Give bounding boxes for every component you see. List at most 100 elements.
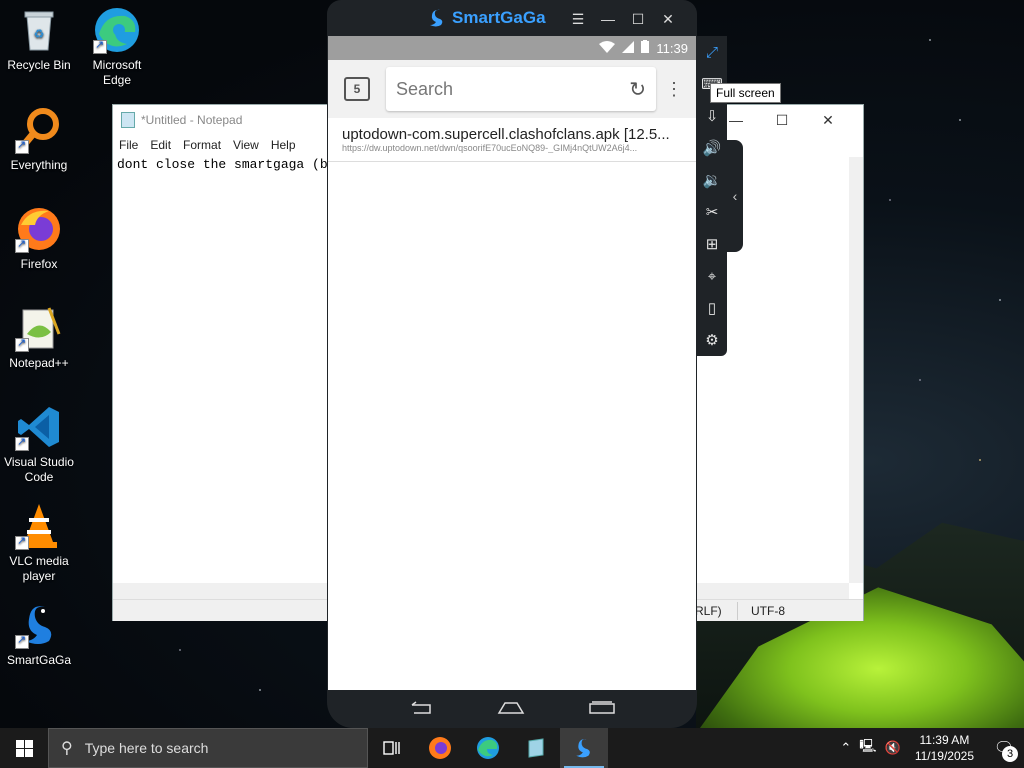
taskbar-notepad-icon[interactable] bbox=[512, 728, 560, 768]
smartgaga-brand: SmartGaGa bbox=[427, 8, 546, 28]
vertical-scrollbar[interactable] bbox=[849, 157, 863, 583]
menu-edit[interactable]: Edit bbox=[150, 138, 171, 152]
notification-count-badge: 3 bbox=[1002, 746, 1018, 762]
desktop-icon-vlc[interactable]: VLC media player bbox=[0, 502, 78, 584]
volume-down-icon[interactable]: 🔉 bbox=[697, 164, 727, 196]
desktop-icon-vscode[interactable]: Visual Studio Code bbox=[0, 403, 78, 485]
taskbar-search-placeholder: Type here to search bbox=[84, 740, 209, 756]
desktop-icon-label: Recycle Bin bbox=[7, 58, 71, 72]
recents-icon[interactable] bbox=[588, 699, 616, 720]
close-icon[interactable]: ✕ bbox=[805, 105, 851, 135]
vscode-icon bbox=[15, 403, 63, 451]
desktop-icon-label: VLC media player bbox=[9, 554, 69, 583]
smartgaga-window[interactable]: SmartGaGa ☰ — ☐ ✕ 11:39 5 Search ↻ ⋮ upt… bbox=[327, 0, 697, 728]
desktop-icon-edge[interactable]: Microsoft Edge bbox=[78, 6, 156, 88]
line-ending-status: RLF) bbox=[695, 604, 722, 618]
svg-text:♻: ♻ bbox=[34, 27, 45, 41]
encoding-status: UTF-8 bbox=[751, 604, 785, 618]
maximize-icon[interactable]: ☐ bbox=[759, 105, 805, 135]
firefox-icon bbox=[15, 205, 63, 253]
download-list-item[interactable]: uptodown-com.supercell.clashofclans.apk … bbox=[328, 118, 696, 162]
search-icon: ⚲ bbox=[61, 740, 73, 757]
home-icon[interactable] bbox=[497, 699, 525, 720]
start-button[interactable] bbox=[0, 728, 48, 768]
browser-search-input[interactable]: Search ↻ bbox=[386, 67, 656, 111]
volume-muted-icon[interactable]: 🔇 bbox=[885, 740, 901, 756]
taskbar-search-box[interactable]: ⚲ Type here to search bbox=[48, 728, 368, 768]
notepad-text-area[interactable]: dont close the smartgaga (b bbox=[113, 155, 328, 174]
android-navbar bbox=[327, 690, 697, 728]
screenshot-scissors-icon[interactable]: ✂ bbox=[697, 196, 727, 228]
show-hidden-icons-chevron-icon[interactable]: ⌃ bbox=[840, 740, 851, 756]
android-screen[interactable]: 11:39 5 Search ↻ ⋮ uptodown-com.supercel… bbox=[328, 36, 696, 690]
back-icon[interactable] bbox=[408, 699, 434, 720]
collapse-toolbar-chevron-icon[interactable]: ‹ bbox=[727, 140, 743, 252]
desktop-icon-recycle-bin[interactable]: ♻ Recycle Bin bbox=[0, 6, 78, 73]
shortcut-arrow-icon bbox=[15, 534, 29, 550]
menu-view[interactable]: View bbox=[233, 138, 259, 152]
download-title: uptodown-com.supercell.clashofclans.apk … bbox=[342, 126, 670, 143]
smartgaga-titlebar[interactable]: SmartGaGa ☰ — ☐ ✕ bbox=[327, 0, 697, 36]
notepad-window-controls: — ☐ ✕ bbox=[713, 105, 851, 135]
clock-time: 11:39 AM bbox=[919, 733, 970, 747]
windows-logo-icon bbox=[15, 739, 33, 757]
shortcut-arrow-icon bbox=[15, 633, 29, 649]
reload-icon[interactable]: ↻ bbox=[629, 77, 646, 102]
settings-gear-icon[interactable]: ⚙ bbox=[697, 324, 727, 356]
smartgaga-window-controls: ☰ — ☐ ✕ bbox=[563, 8, 683, 30]
wifi-icon bbox=[599, 40, 616, 56]
desktop-icon-label: Microsoft Edge bbox=[92, 58, 142, 87]
shortcut-arrow-icon bbox=[93, 38, 107, 54]
hamburger-menu-icon[interactable]: ☰ bbox=[563, 8, 593, 30]
notification-center-icon[interactable]: 🗨 3 bbox=[984, 728, 1024, 768]
notepad-plus-plus-icon bbox=[15, 304, 63, 352]
shortcut-arrow-icon bbox=[15, 237, 29, 253]
taskbar-firefox-icon[interactable] bbox=[416, 728, 464, 768]
shake-icon[interactable]: ▯ bbox=[697, 292, 727, 324]
taskbar: ⚲ Type here to search ⌃ 🖳 🔇 11:39 AM 11/… bbox=[0, 728, 1024, 768]
desktop-icon-everything[interactable]: Everything bbox=[0, 106, 78, 173]
shortcut-arrow-icon bbox=[15, 138, 29, 154]
android-clock: 11:39 bbox=[656, 40, 688, 56]
signal-icon bbox=[622, 40, 635, 56]
multi-instance-icon[interactable]: ⊞ bbox=[697, 228, 727, 260]
install-apk-icon[interactable]: ⇩ bbox=[697, 100, 727, 132]
clock-date: 11/19/2025 bbox=[914, 749, 974, 763]
download-url: https://dw.uptodown.net/dwn/qsoorifE70uc… bbox=[342, 143, 638, 153]
maximize-icon[interactable]: ☐ bbox=[623, 8, 653, 30]
menu-file[interactable]: File bbox=[119, 138, 138, 152]
notepad-app-icon bbox=[121, 112, 135, 128]
desktop-icon-smartgaga[interactable]: SmartGaGa bbox=[0, 601, 78, 668]
taskbar-smartgaga-icon[interactable] bbox=[560, 728, 608, 768]
fullscreen-icon[interactable]: ⤢ bbox=[697, 36, 727, 68]
volume-up-icon[interactable]: 🔊 bbox=[697, 132, 727, 164]
location-icon[interactable]: ⌖ bbox=[697, 260, 727, 292]
system-tray: ⌃ 🖳 🔇 11:39 AM 11/19/2025 🗨 3 bbox=[836, 728, 1024, 768]
taskbar-edge-icon[interactable] bbox=[464, 728, 512, 768]
network-icon[interactable]: 🖳 bbox=[859, 737, 876, 759]
desktop-icon-label: Everything bbox=[10, 158, 68, 172]
task-view-icon[interactable] bbox=[368, 728, 416, 768]
smartgaga-brand-name: SmartGaGa bbox=[452, 8, 546, 27]
desktop-icon-label: Visual Studio Code bbox=[4, 455, 74, 484]
desktop-icon-firefox[interactable]: Firefox bbox=[0, 205, 78, 272]
menu-help[interactable]: Help bbox=[271, 138, 296, 152]
minimize-icon[interactable]: — bbox=[593, 8, 623, 30]
menu-format[interactable]: Format bbox=[183, 138, 221, 152]
more-options-icon[interactable]: ⋮ bbox=[660, 79, 688, 100]
tab-switcher-button[interactable]: 5 bbox=[344, 77, 370, 101]
close-icon[interactable]: ✕ bbox=[653, 8, 683, 30]
status-divider bbox=[737, 602, 738, 620]
browser-toolbar: 5 Search ↻ ⋮ bbox=[328, 60, 696, 118]
everything-search-icon bbox=[15, 106, 63, 154]
battery-icon bbox=[641, 40, 650, 56]
desktop-icon-label: Firefox bbox=[20, 257, 58, 271]
edge-icon bbox=[93, 6, 141, 54]
recycle-bin-icon: ♻ bbox=[15, 6, 63, 54]
shortcut-arrow-icon bbox=[15, 435, 29, 451]
taskbar-clock[interactable]: 11:39 AM 11/19/2025 bbox=[915, 732, 974, 764]
swan-logo-icon bbox=[427, 8, 447, 28]
desktop-icon-notepadpp[interactable]: Notepad++ bbox=[0, 304, 78, 371]
android-statusbar: 11:39 bbox=[328, 36, 696, 60]
desktop-icon-label: Notepad++ bbox=[9, 356, 69, 370]
